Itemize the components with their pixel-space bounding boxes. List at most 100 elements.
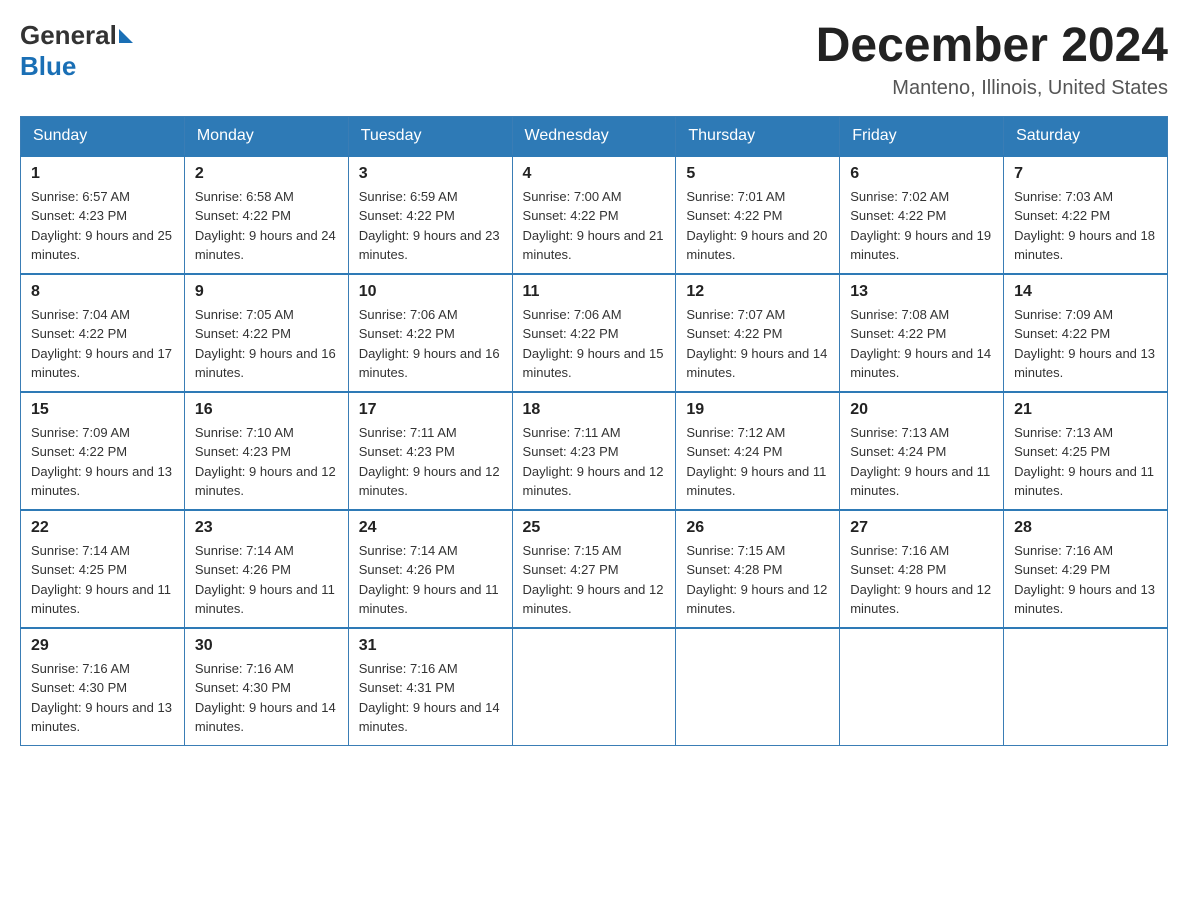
day-cell-24: 24 Sunrise: 7:14 AM Sunset: 4:26 PM Dayl… <box>348 510 512 628</box>
day-cell-14: 14 Sunrise: 7:09 AM Sunset: 4:22 PM Dayl… <box>1004 274 1168 392</box>
day-info: Sunrise: 7:04 AM Sunset: 4:22 PM Dayligh… <box>31 305 174 383</box>
day-number: 3 <box>359 165 502 183</box>
day-cell-17: 17 Sunrise: 7:11 AM Sunset: 4:23 PM Dayl… <box>348 392 512 510</box>
weekday-header-row: SundayMondayTuesdayWednesdayThursdayFrid… <box>21 116 1168 156</box>
logo-general-text: General <box>20 20 117 51</box>
day-cell-27: 27 Sunrise: 7:16 AM Sunset: 4:28 PM Dayl… <box>840 510 1004 628</box>
day-number: 27 <box>850 519 993 537</box>
day-number: 15 <box>31 401 174 419</box>
empty-cell <box>676 628 840 746</box>
day-number: 9 <box>195 283 338 301</box>
day-cell-18: 18 Sunrise: 7:11 AM Sunset: 4:23 PM Dayl… <box>512 392 676 510</box>
day-number: 4 <box>523 165 666 183</box>
day-number: 19 <box>686 401 829 419</box>
day-info: Sunrise: 7:10 AM Sunset: 4:23 PM Dayligh… <box>195 423 338 501</box>
day-info: Sunrise: 6:57 AM Sunset: 4:23 PM Dayligh… <box>31 187 174 265</box>
day-number: 17 <box>359 401 502 419</box>
day-cell-12: 12 Sunrise: 7:07 AM Sunset: 4:22 PM Dayl… <box>676 274 840 392</box>
weekday-header-monday: Monday <box>184 116 348 156</box>
day-cell-2: 2 Sunrise: 6:58 AM Sunset: 4:22 PM Dayli… <box>184 156 348 274</box>
day-info: Sunrise: 7:00 AM Sunset: 4:22 PM Dayligh… <box>523 187 666 265</box>
day-cell-9: 9 Sunrise: 7:05 AM Sunset: 4:22 PM Dayli… <box>184 274 348 392</box>
location-text: Manteno, Illinois, United States <box>816 77 1168 100</box>
day-cell-28: 28 Sunrise: 7:16 AM Sunset: 4:29 PM Dayl… <box>1004 510 1168 628</box>
day-cell-31: 31 Sunrise: 7:16 AM Sunset: 4:31 PM Dayl… <box>348 628 512 746</box>
day-cell-6: 6 Sunrise: 7:02 AM Sunset: 4:22 PM Dayli… <box>840 156 1004 274</box>
weekday-header-saturday: Saturday <box>1004 116 1168 156</box>
day-cell-1: 1 Sunrise: 6:57 AM Sunset: 4:23 PM Dayli… <box>21 156 185 274</box>
day-number: 26 <box>686 519 829 537</box>
day-info: Sunrise: 7:12 AM Sunset: 4:24 PM Dayligh… <box>686 423 829 501</box>
day-cell-15: 15 Sunrise: 7:09 AM Sunset: 4:22 PM Dayl… <box>21 392 185 510</box>
day-number: 7 <box>1014 165 1157 183</box>
day-number: 20 <box>850 401 993 419</box>
day-info: Sunrise: 7:06 AM Sunset: 4:22 PM Dayligh… <box>359 305 502 383</box>
day-number: 12 <box>686 283 829 301</box>
day-info: Sunrise: 7:14 AM Sunset: 4:26 PM Dayligh… <box>359 541 502 619</box>
day-cell-5: 5 Sunrise: 7:01 AM Sunset: 4:22 PM Dayli… <box>676 156 840 274</box>
week-row-3: 15 Sunrise: 7:09 AM Sunset: 4:22 PM Dayl… <box>21 392 1168 510</box>
day-info: Sunrise: 6:58 AM Sunset: 4:22 PM Dayligh… <box>195 187 338 265</box>
day-info: Sunrise: 7:16 AM Sunset: 4:29 PM Dayligh… <box>1014 541 1157 619</box>
day-cell-4: 4 Sunrise: 7:00 AM Sunset: 4:22 PM Dayli… <box>512 156 676 274</box>
day-info: Sunrise: 7:09 AM Sunset: 4:22 PM Dayligh… <box>1014 305 1157 383</box>
week-row-5: 29 Sunrise: 7:16 AM Sunset: 4:30 PM Dayl… <box>21 628 1168 746</box>
day-number: 22 <box>31 519 174 537</box>
day-info: Sunrise: 7:14 AM Sunset: 4:25 PM Dayligh… <box>31 541 174 619</box>
day-number: 1 <box>31 165 174 183</box>
logo-arrow-icon <box>119 29 133 43</box>
day-info: Sunrise: 7:11 AM Sunset: 4:23 PM Dayligh… <box>523 423 666 501</box>
day-info: Sunrise: 7:09 AM Sunset: 4:22 PM Dayligh… <box>31 423 174 501</box>
calendar-table: SundayMondayTuesdayWednesdayThursdayFrid… <box>20 116 1168 746</box>
day-number: 13 <box>850 283 993 301</box>
day-info: Sunrise: 7:02 AM Sunset: 4:22 PM Dayligh… <box>850 187 993 265</box>
day-info: Sunrise: 7:03 AM Sunset: 4:22 PM Dayligh… <box>1014 187 1157 265</box>
day-cell-13: 13 Sunrise: 7:08 AM Sunset: 4:22 PM Dayl… <box>840 274 1004 392</box>
day-info: Sunrise: 7:07 AM Sunset: 4:22 PM Dayligh… <box>686 305 829 383</box>
week-row-1: 1 Sunrise: 6:57 AM Sunset: 4:23 PM Dayli… <box>21 156 1168 274</box>
day-cell-20: 20 Sunrise: 7:13 AM Sunset: 4:24 PM Dayl… <box>840 392 1004 510</box>
day-number: 16 <box>195 401 338 419</box>
day-number: 18 <box>523 401 666 419</box>
day-info: Sunrise: 7:05 AM Sunset: 4:22 PM Dayligh… <box>195 305 338 383</box>
day-cell-19: 19 Sunrise: 7:12 AM Sunset: 4:24 PM Dayl… <box>676 392 840 510</box>
day-cell-22: 22 Sunrise: 7:14 AM Sunset: 4:25 PM Dayl… <box>21 510 185 628</box>
day-number: 14 <box>1014 283 1157 301</box>
day-number: 23 <box>195 519 338 537</box>
day-info: Sunrise: 7:01 AM Sunset: 4:22 PM Dayligh… <box>686 187 829 265</box>
title-section: December 2024 Manteno, Illinois, United … <box>816 20 1168 100</box>
day-info: Sunrise: 7:15 AM Sunset: 4:28 PM Dayligh… <box>686 541 829 619</box>
day-cell-10: 10 Sunrise: 7:06 AM Sunset: 4:22 PM Dayl… <box>348 274 512 392</box>
day-number: 11 <box>523 283 666 301</box>
day-info: Sunrise: 7:13 AM Sunset: 4:25 PM Dayligh… <box>1014 423 1157 501</box>
week-row-2: 8 Sunrise: 7:04 AM Sunset: 4:22 PM Dayli… <box>21 274 1168 392</box>
day-cell-3: 3 Sunrise: 6:59 AM Sunset: 4:22 PM Dayli… <box>348 156 512 274</box>
empty-cell <box>512 628 676 746</box>
day-info: Sunrise: 7:06 AM Sunset: 4:22 PM Dayligh… <box>523 305 666 383</box>
day-number: 31 <box>359 637 502 655</box>
day-number: 24 <box>359 519 502 537</box>
day-number: 10 <box>359 283 502 301</box>
day-cell-16: 16 Sunrise: 7:10 AM Sunset: 4:23 PM Dayl… <box>184 392 348 510</box>
day-number: 21 <box>1014 401 1157 419</box>
day-cell-26: 26 Sunrise: 7:15 AM Sunset: 4:28 PM Dayl… <box>676 510 840 628</box>
day-number: 30 <box>195 637 338 655</box>
weekday-header-friday: Friday <box>840 116 1004 156</box>
day-cell-25: 25 Sunrise: 7:15 AM Sunset: 4:27 PM Dayl… <box>512 510 676 628</box>
day-cell-11: 11 Sunrise: 7:06 AM Sunset: 4:22 PM Dayl… <box>512 274 676 392</box>
day-number: 25 <box>523 519 666 537</box>
day-info: Sunrise: 7:13 AM Sunset: 4:24 PM Dayligh… <box>850 423 993 501</box>
day-info: Sunrise: 7:14 AM Sunset: 4:26 PM Dayligh… <box>195 541 338 619</box>
day-info: Sunrise: 6:59 AM Sunset: 4:22 PM Dayligh… <box>359 187 502 265</box>
day-cell-23: 23 Sunrise: 7:14 AM Sunset: 4:26 PM Dayl… <box>184 510 348 628</box>
day-info: Sunrise: 7:16 AM Sunset: 4:28 PM Dayligh… <box>850 541 993 619</box>
day-info: Sunrise: 7:08 AM Sunset: 4:22 PM Dayligh… <box>850 305 993 383</box>
day-info: Sunrise: 7:16 AM Sunset: 4:30 PM Dayligh… <box>31 659 174 737</box>
week-row-4: 22 Sunrise: 7:14 AM Sunset: 4:25 PM Dayl… <box>21 510 1168 628</box>
weekday-header-wednesday: Wednesday <box>512 116 676 156</box>
day-cell-30: 30 Sunrise: 7:16 AM Sunset: 4:30 PM Dayl… <box>184 628 348 746</box>
day-info: Sunrise: 7:15 AM Sunset: 4:27 PM Dayligh… <box>523 541 666 619</box>
day-info: Sunrise: 7:16 AM Sunset: 4:31 PM Dayligh… <box>359 659 502 737</box>
day-number: 8 <box>31 283 174 301</box>
weekday-header-tuesday: Tuesday <box>348 116 512 156</box>
